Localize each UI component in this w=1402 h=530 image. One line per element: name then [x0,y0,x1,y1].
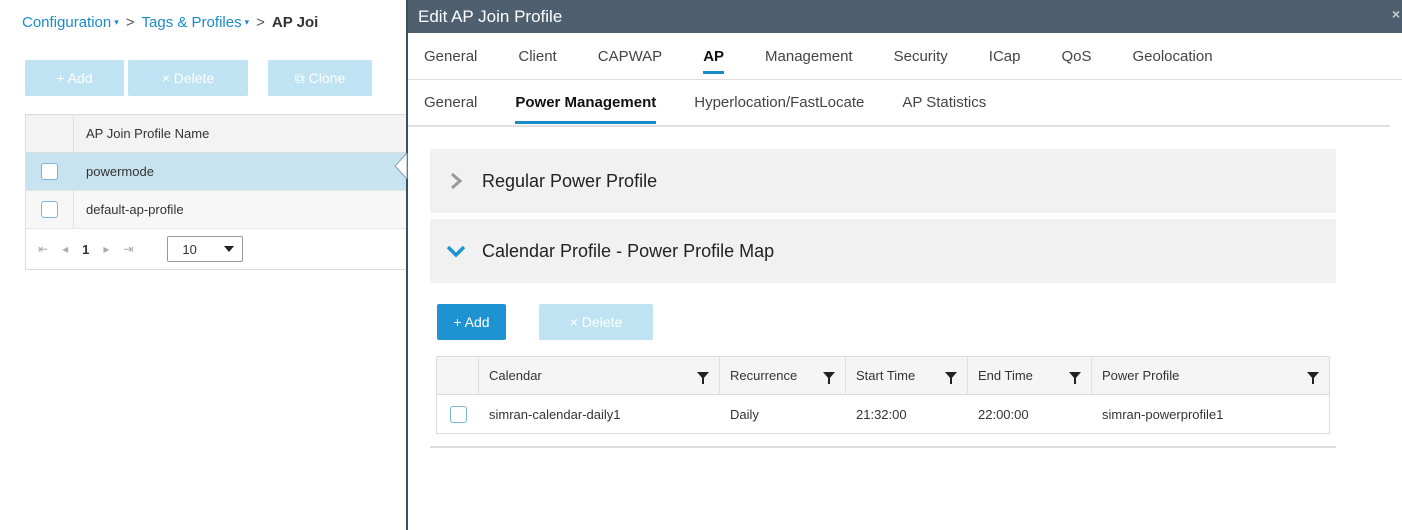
cell-power-profile: simran-powerprofile1 [1102,406,1224,422]
tab-ap[interactable]: AP [703,33,724,80]
prev-page-icon[interactable]: ◂ [62,242,68,256]
add-button[interactable]: + Add [25,60,124,96]
tab-security[interactable]: Security [894,33,948,80]
table-header: Calendar Recurrence Start Time End Time … [437,357,1329,395]
ap-join-profile-table: AP Join Profile Name powermode default-a… [25,114,406,270]
add-mapping-button[interactable]: + Add [437,304,506,340]
current-page: 1 [82,241,90,257]
breadcrumb: Configuration ▾ > Tags & Profiles ▾ > AP Joi [22,14,318,31]
tab-general[interactable]: General [424,33,477,80]
edit-ap-join-profile-modal: Edit AP Join Profile × General Client CA… [406,0,1402,530]
row-checkbox-cell [26,153,74,190]
clone-button[interactable]: ⧉ Clone [268,60,372,96]
tab-geolocation[interactable]: Geolocation [1132,33,1212,80]
table-row[interactable]: default-ap-profile [26,191,406,229]
chevron-down-icon [224,245,235,252]
breadcrumb-separator: > [256,14,265,31]
secondary-tabs: General Power Management Hyperlocation/F… [408,80,1390,127]
profile-name[interactable]: default-ap-profile [74,202,184,217]
modal-title: Edit AP Join Profile [418,6,563,26]
header-checkbox-cell [437,357,479,394]
caret-down-icon: ▾ [244,17,250,27]
delete-mapping-button[interactable]: × Delete [539,304,653,340]
table-header: AP Join Profile Name [26,115,406,153]
section-title: Regular Power Profile [482,170,658,191]
breadcrumb-configuration[interactable]: Configuration ▾ [22,14,119,31]
next-page-icon[interactable]: ▸ [103,242,109,256]
row-checkbox-cell [437,395,479,433]
filter-icon[interactable] [823,372,835,384]
subtab-ap-statistics[interactable]: AP Statistics [902,79,986,126]
breadcrumb-tags-profiles[interactable]: Tags & Profiles ▾ [142,14,250,31]
ap-join-profile-page: Configuration ▾ > Tags & Profiles ▾ > AP Joi +… [0,0,406,530]
tab-icap[interactable]: ICap [989,33,1021,80]
regular-power-profile-section[interactable]: Regular Power Profile [430,149,1336,213]
cell-end-time: 22:00:00 [978,406,1029,422]
primary-tabs: General Client CAPWAP AP Management Secu… [408,33,1402,80]
column-header-recurrence[interactable]: Recurrence [720,357,846,394]
cell-recurrence: Daily [730,406,759,422]
row-checkbox[interactable] [41,163,58,180]
pagination: ⇤ ◂ 1 ▸ ⇥ 10 [26,229,406,269]
selection-pointer-icon [394,153,408,179]
row-checkbox[interactable] [449,405,467,423]
column-header-power-profile[interactable]: Power Profile [1092,357,1329,394]
subtab-general[interactable]: General [424,79,477,126]
cell-calendar: simran-calendar-daily1 [489,406,621,422]
calendar-power-map-table: Calendar Recurrence Start Time End Time … [436,356,1330,434]
table-row[interactable]: simran-calendar-daily1 Daily 21:32:00 22… [437,395,1329,433]
subtab-power-management[interactable]: Power Management [515,79,656,126]
page-size-value: 10 [182,241,197,257]
breadcrumb-current: AP Joi [271,14,319,31]
row-checkbox[interactable] [41,201,58,218]
tab-capwap[interactable]: CAPWAP [598,33,662,80]
filter-icon[interactable] [1307,372,1319,384]
caret-down-icon: ▾ [114,17,119,27]
modal-title-bar: Edit AP Join Profile × [408,0,1402,33]
column-header-name[interactable]: AP Join Profile Name [74,126,209,141]
section-divider [430,446,1336,448]
last-page-icon[interactable]: ⇥ [123,242,133,256]
cell-start-time: 21:32:00 [856,406,907,422]
breadcrumb-separator: > [125,14,135,31]
subtab-hyperlocation[interactable]: Hyperlocation/FastLocate [694,79,864,126]
tab-client[interactable]: Client [518,33,556,80]
first-page-icon[interactable]: ⇤ [38,242,48,256]
calendar-profile-section[interactable]: Calendar Profile - Power Profile Map [430,219,1336,283]
tab-management[interactable]: Management [765,33,853,80]
column-header-start-time[interactable]: Start Time [846,357,968,394]
screen: Configuration ▾ > Tags & Profiles ▾ > AP Joi +… [0,0,1402,530]
profile-name[interactable]: powermode [74,164,154,179]
delete-button[interactable]: × Delete [128,60,248,96]
filter-icon[interactable] [945,372,957,384]
tab-qos[interactable]: QoS [1061,33,1091,80]
filter-icon[interactable] [1069,372,1081,384]
column-header-calendar[interactable]: Calendar [479,357,720,394]
close-icon[interactable]: × [1392,6,1400,22]
row-checkbox-cell [26,191,74,228]
chevron-right-icon[interactable] [430,172,482,190]
section-title: Calendar Profile - Power Profile Map [482,240,775,261]
table-row[interactable]: powermode [26,153,406,191]
filter-icon[interactable] [697,372,709,384]
header-checkbox-cell [26,115,74,152]
page-size-select[interactable]: 10 [167,236,244,262]
column-header-end-time[interactable]: End Time [968,357,1092,394]
chevron-down-icon[interactable] [430,244,482,258]
